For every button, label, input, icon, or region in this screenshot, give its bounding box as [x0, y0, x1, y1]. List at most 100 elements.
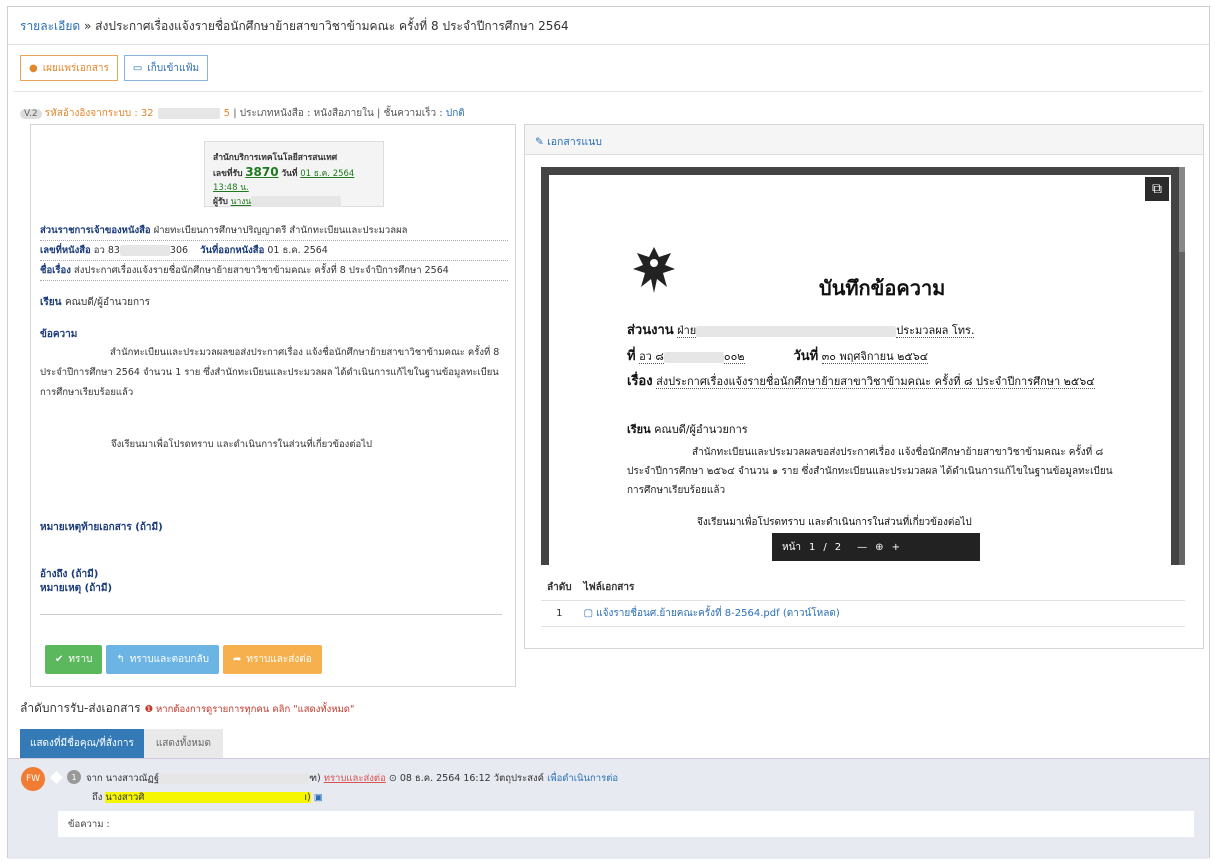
pdf-viewer[interactable]: บันทึกข้อความ ส่วนงาน ฝ่าย ประมวลผล โทร. … [541, 167, 1185, 565]
memo-no-tail: ๐๐๒ [723, 350, 745, 364]
memo-subject: ส่งประกาศเรื่องแจ้งรายชื่อนักศึกษาย้ายสา… [656, 375, 1095, 389]
redacted-sender [159, 773, 310, 784]
toolbar: ● เผยแพร่เอกสาร ▭ เก็บเข้าแฟ้ม [20, 55, 209, 81]
memo-to: คณบดี/ผู้อำนวยการ [654, 423, 748, 436]
stamp-by-label: ผู้รับ [213, 197, 228, 207]
subject-value: ส่งประกาศเรื่องแจ้งรายชื่อนักศึกษาย้ายสา… [73, 265, 449, 276]
scrollbar-thumb[interactable] [1179, 167, 1185, 252]
breadcrumb-detail[interactable]: รายละเอียด [20, 19, 80, 33]
owner-value: ฝ่ายทะเบียนการศึกษาปริญญาตรี สำนักทะเบีย… [153, 225, 408, 236]
receive-stamp: สำนักบริการเทคโนโลยีสารสนเทศ เลขที่รับ 3… [204, 141, 384, 207]
reference-label: อ้างถึง (ถ้ามี) [40, 569, 99, 580]
from-label: จาก [86, 773, 103, 784]
document-body-panel: สำนักบริการเทคโนโลยีสารสนเทศ เลขที่รับ 3… [30, 124, 516, 687]
acknowledge-forward-button[interactable]: ➦ ทราบและส่งต่อ [222, 645, 322, 674]
issue-date: 01 ธ.ค. 2564 [267, 245, 328, 256]
attachment-table: ลำดับ ไฟล์เอกสาร 1 ▢ แจ้งรายชื่อนศ.ย้ายคณะ… [541, 575, 1185, 627]
memo-dept-tail: ประมวลผล โทร. [896, 324, 975, 338]
viewer-scrollbar[interactable] [1179, 167, 1185, 565]
message-label: ข้อความ [40, 329, 78, 340]
routing-entry: FW 1 จาก นางสาวณัฏฐ์ ฑ) ทราบและส่งต่อ ⊙ 0… [8, 758, 1209, 859]
paperclip-icon: ✎ [535, 136, 544, 148]
purpose-value: เพื่อดำเนินการต่อ [547, 773, 619, 784]
acknowledge-label: ทราบ [68, 654, 93, 665]
ref-code-label: รหัสอ้างอิงจากระบบ : 32 [44, 108, 154, 119]
diamond-icon [50, 771, 63, 784]
attachment-header: ✎ เอกสารแนบ [525, 125, 1203, 155]
acknowledge-reply-label: ทราบและตอบกลับ [129, 654, 209, 665]
page-total: 2 [834, 541, 842, 553]
col-no-header: ลำดับ [541, 575, 578, 601]
check-icon: ✔ [55, 654, 64, 665]
memo-to-label: เรียน [627, 423, 651, 436]
routing-to-line: ถึง นางสาวศิ ı) ▣ [92, 790, 323, 805]
to-row: เรียน คณบดี/ผู้อำนวยการ [40, 295, 150, 310]
subject-label: ชื่อเรื่อง [40, 265, 71, 276]
page-header: รายละเอียด » ส่งประกาศเรื่องแจ้งรายชื่อน… [8, 7, 1209, 45]
action-link[interactable]: ทราบและส่งต่อ [324, 773, 386, 784]
acknowledge-button[interactable]: ✔ ทราบ [45, 645, 103, 674]
to-label: ถึง [92, 792, 103, 803]
ref-code-end: 5 [223, 108, 231, 119]
action-buttons: ✔ ทราบ ↰ ทราบและตอบกลับ ➦ ทราบและส่งต่อ [45, 645, 322, 674]
pager-separator: / [823, 541, 827, 553]
recipient-name: นางสาวศิ [105, 792, 145, 803]
publish-label: เผยแพร่เอกสาร [42, 62, 109, 74]
routing-title: ลำดับการรับ-ส่งเอกสาร [20, 701, 141, 715]
redacted-memo-no [663, 351, 724, 363]
speed-label: ชั้นความเร็ว : [383, 108, 443, 119]
zoom-icon[interactable]: ⊕ [875, 542, 883, 553]
archive-button[interactable]: ▭ เก็บเข้าแฟ้ม [123, 55, 209, 81]
page-number[interactable]: 1 [809, 542, 815, 553]
page-title: ส่งประกาศเรื่องแจ้งรายชื่อนักศึกษาย้ายสา… [95, 19, 569, 33]
document-info: ส่วนราชการเจ้าของหนังสือ ฝ่ายทะเบียนการศ… [40, 221, 508, 281]
publish-button[interactable]: ● เผยแพร่เอกสาร [20, 55, 118, 81]
owner-label: ส่วนราชการเจ้าของหนังสือ [40, 225, 151, 236]
globe-icon: ● [29, 62, 38, 74]
message-closing: จึงเรียนมาเพื่อโปรดทราบ และดำเนินการในส่… [111, 439, 372, 450]
stamp-date-label: วันที่ [281, 169, 298, 179]
doc-type: ประเภทหนังสือ : หนังสือภายใน [239, 108, 374, 119]
open-external-icon[interactable]: ⧉ [1145, 177, 1169, 201]
zoom-out-button[interactable]: — [857, 542, 867, 553]
memo-closing: จึงเรียนมาเพื่อโปรดทราบ และดำเนินการในส่… [697, 517, 972, 528]
to-tail: ı) [304, 792, 311, 803]
tab-mine[interactable]: แสดงที่มีชื่อคุณ/ที่สั่งการ [20, 729, 144, 758]
from-tail: ฑ) [309, 773, 321, 784]
remark-label: หมายเหตุ (ถ้ามี) [40, 583, 113, 594]
redacted-recipient [144, 792, 305, 803]
col-file-header: ไฟล์เอกสาร [577, 575, 1185, 601]
receive-number[interactable]: 3870 [245, 165, 278, 179]
archive-label: เก็บเข้าแฟ้ม [147, 62, 200, 74]
file-link[interactable]: ▢ แจ้งรายชื่อนศ.ย้ายคณะครั้งที่ 8-2564.p… [584, 608, 840, 619]
zoom-in-button[interactable]: + [892, 542, 900, 553]
redacted-receiver [251, 196, 342, 207]
acknowledge-reply-button[interactable]: ↰ ทราบและตอบกลับ [106, 645, 219, 674]
forward-icon: ➦ [232, 654, 242, 665]
stamp-recv-label: เลขที่รับ [213, 169, 243, 179]
footnote-label: หมายเหตุท้ายเอกสาร (ถ้ามี) [40, 522, 163, 533]
purpose-label: วัตถุประสงค์ [493, 773, 545, 784]
clipboard-icon[interactable]: ▣ [314, 792, 323, 803]
divider [40, 614, 502, 615]
pdf-pager: หน้า 1 / 2 — ⊕ + [772, 533, 980, 561]
table-row: 1 ▢ แจ้งรายชื่อนศ.ย้ายคณะครั้งที่ 8-2564.… [541, 600, 1185, 627]
memo-date-label: วันที่ [793, 349, 819, 364]
redacted-docno [119, 245, 170, 256]
memo-subject-label: เรื่อง [627, 374, 653, 389]
step-badge: 1 [67, 770, 81, 784]
tab-all[interactable]: แสดงทั้งหมด [143, 729, 223, 758]
document-detail-panel: รายละเอียด » ส่งประกาศเรื่องแจ้งรายชื่อน… [7, 6, 1210, 859]
acknowledge-forward-label: ทราบและส่งต่อ [246, 654, 312, 665]
redacted-ref [157, 107, 220, 119]
message-body: สำนักทะเบียนและประมวลผลขอส่งประกาศเรื่อง… [40, 347, 500, 398]
routing-time: 08 ธ.ค. 2564 16:12 [399, 773, 491, 784]
divider [14, 91, 1203, 92]
file-name: แจ้งรายชื่อนศ.ย้ายคณะครั้งที่ 8-2564.pdf [596, 608, 780, 619]
attachment-title: เอกสารแนบ [547, 136, 602, 148]
memo-title: บันทึกข้อความ [819, 276, 946, 300]
info-icon: ❶ [144, 704, 153, 715]
routing-message: ข้อความ : [58, 811, 1194, 837]
reply-icon: ↰ [116, 654, 125, 665]
routing-title-row: ลำดับการรับ-ส่งเอกสาร ❶ หากต้องการดูรายก… [20, 699, 354, 718]
